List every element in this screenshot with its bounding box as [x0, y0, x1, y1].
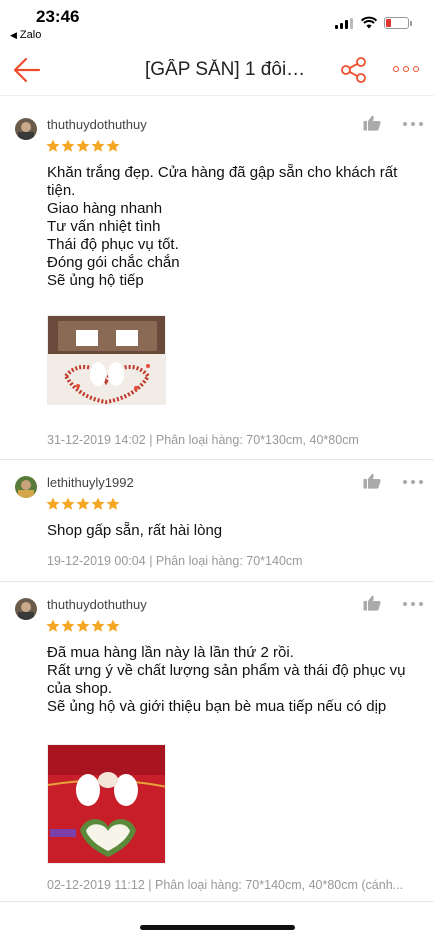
review-more-icon[interactable]: [403, 480, 423, 485]
review-comment: Đã mua hàng lần này là lần thứ 2 rồi. Rấ…: [47, 644, 406, 715]
reviewer-username[interactable]: lethithuyly1992: [47, 475, 134, 490]
review-photo[interactable]: [47, 315, 166, 405]
star-icon: [46, 139, 60, 152]
more-options-icon[interactable]: [393, 66, 419, 74]
star-icon: [61, 139, 75, 152]
thumbs-up-icon[interactable]: [363, 473, 381, 489]
avatar[interactable]: [15, 118, 37, 140]
review-item: thuthuydothuthuy Đã mua hàng lần này là …: [0, 582, 434, 902]
meta-separator: |: [149, 554, 153, 568]
review-item: lethithuyly1992 Shop gấp sẵn, rất hài lò…: [0, 460, 434, 582]
thumbs-up-icon[interactable]: [363, 115, 381, 131]
review-date: 02-12-2019 11:12: [47, 878, 145, 892]
reviewer-username[interactable]: thuthuydothuthuy: [47, 597, 147, 612]
thumbs-up-icon[interactable]: [363, 595, 381, 611]
back-triangle-icon: ◀: [10, 30, 17, 40]
reviewer-username[interactable]: thuthuydothuthuy: [47, 117, 147, 132]
meta-separator: |: [148, 878, 152, 892]
star-icon: [76, 139, 90, 152]
nav-bar: [GẤP SẴN] 1 đôi…: [0, 44, 434, 96]
status-bar: 23:46 ◀ Zalo: [0, 0, 434, 44]
battery-icon: [384, 17, 412, 29]
star-icon: [106, 497, 120, 510]
star-icon: [76, 619, 90, 632]
star-icon: [61, 497, 75, 510]
star-icon: [91, 497, 105, 510]
star-icon: [46, 619, 60, 632]
cellular-signal-icon: [335, 18, 353, 29]
star-rating: [46, 619, 120, 633]
review-variation: Phân loại hàng: 70*140cm, 40*80cm (cánh.…: [155, 878, 404, 892]
share-icon[interactable]: [340, 56, 368, 84]
review-variation: Phân loại hàng: 70*130cm, 40*80cm: [155, 433, 359, 447]
review-date: 31-12-2019 14:02: [47, 433, 146, 447]
star-rating: [46, 497, 120, 511]
avatar[interactable]: [15, 598, 37, 620]
meta-separator: |: [149, 433, 153, 447]
review-meta: 02-12-2019 11:12 | Phân loại hàng: 70*14…: [47, 878, 403, 892]
review-photo[interactable]: [47, 744, 166, 864]
back-arrow-icon[interactable]: [12, 56, 42, 84]
home-indicator[interactable]: [140, 925, 295, 930]
star-icon: [106, 139, 120, 152]
review-variation: Phân loại hàng: 70*140cm: [155, 554, 303, 568]
review-more-icon[interactable]: [403, 122, 423, 127]
review-comment: Khăn trắng đẹp. Cửa hàng đã gập sẵn cho …: [47, 164, 398, 289]
back-app-label: Zalo: [19, 29, 42, 41]
wifi-icon: [361, 16, 377, 29]
review-more-icon[interactable]: [403, 602, 423, 607]
page-title: [GẤP SẴN] 1 đôi…: [145, 59, 306, 80]
star-rating: [46, 139, 120, 153]
review-meta: 19-12-2019 00:04 | Phân loại hàng: 70*14…: [47, 554, 303, 568]
review-list: thuthuydothuthuy Khăn trắng đẹp. Cửa hàn…: [0, 102, 434, 902]
status-time: 23:46: [36, 7, 80, 26]
star-icon: [91, 139, 105, 152]
avatar[interactable]: [15, 476, 37, 498]
star-icon: [61, 619, 75, 632]
star-icon: [76, 497, 90, 510]
star-icon: [106, 619, 120, 632]
back-to-app-link[interactable]: ◀ Zalo: [10, 29, 41, 41]
review-meta: 31-12-2019 14:02 | Phân loại hàng: 70*13…: [47, 433, 359, 447]
star-icon: [46, 497, 60, 510]
battery-level: [386, 19, 391, 27]
star-icon: [91, 619, 105, 632]
review-comment: Shop gấp sẵn, rất hài lòng: [47, 522, 223, 539]
review-item: thuthuydothuthuy Khăn trắng đẹp. Cửa hàn…: [0, 102, 434, 460]
review-date: 19-12-2019 00:04: [47, 554, 146, 568]
